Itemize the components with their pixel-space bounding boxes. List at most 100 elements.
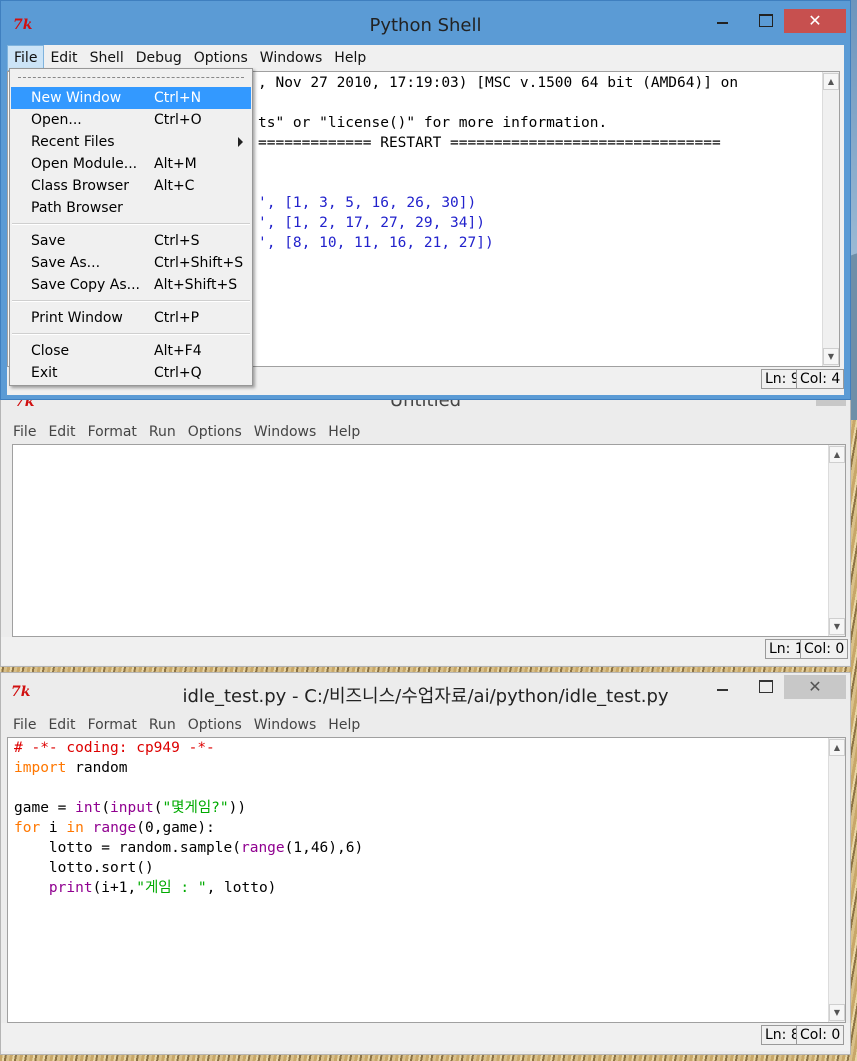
vertical-scrollbar[interactable]: ▲ ▼: [822, 72, 839, 366]
vertical-scrollbar[interactable]: ▲ ▼: [828, 738, 845, 1022]
shell-output-line: ', [8, 10, 11, 16, 21, 27]): [258, 235, 494, 251]
shell-output-line: ', [1, 3, 5, 16, 26, 30]): [258, 195, 477, 211]
scroll-up-icon[interactable]: ▲: [823, 73, 839, 90]
menu-item-accelerator: Alt+Shift+S: [154, 277, 238, 293]
column-indicator: Col: 0: [796, 1025, 845, 1045]
menu-item-label: Class Browser: [31, 178, 130, 194]
code-text: i: [40, 820, 67, 836]
menu-item-save[interactable]: Save Ctrl+S: [11, 230, 251, 252]
shell-output-line: ', [1, 2, 17, 27, 29, 34]): [258, 215, 485, 231]
vertical-scrollbar[interactable]: ▲ ▼: [828, 445, 845, 636]
menu-item-accelerator: Alt+F4: [154, 343, 202, 359]
scroll-down-icon[interactable]: ▼: [829, 618, 845, 635]
menu-item-save-copy-as[interactable]: Save Copy As... Alt+Shift+S: [11, 274, 251, 296]
menu-item-path-browser[interactable]: Path Browser: [11, 197, 251, 219]
menu-windows[interactable]: Windows: [248, 713, 323, 737]
untitled-statusbar: Ln: 1 Col: 0: [1, 637, 850, 665]
menu-format[interactable]: Format: [82, 420, 143, 444]
scroll-up-icon[interactable]: ▲: [829, 446, 845, 463]
code-text: , lotto): [206, 880, 277, 896]
string-literal: "몇게임?": [162, 800, 229, 816]
code-text: random: [66, 760, 128, 776]
menu-item-print-window[interactable]: Print Window Ctrl+P: [11, 307, 251, 329]
menu-separator: [12, 300, 250, 302]
builtin-range: range: [92, 820, 137, 836]
menu-item-accelerator: Ctrl+O: [154, 112, 202, 128]
close-icon[interactable]: ✕: [784, 9, 846, 33]
menu-windows[interactable]: Windows: [248, 420, 323, 444]
builtin-print: print: [48, 880, 93, 896]
submenu-arrow-icon: [238, 137, 243, 147]
menu-item-recent-files[interactable]: Recent Files: [11, 131, 251, 153]
keyword-in: in: [66, 820, 84, 836]
menu-edit[interactable]: Edit: [42, 713, 81, 737]
shell-output-line: ts" or "license()" for more information.: [258, 115, 608, 131]
menu-item-label: Save As...: [31, 255, 101, 271]
menu-item-accelerator: Ctrl+P: [154, 310, 200, 326]
untitled-window: 7k Untitled File Edit Format Run Options…: [0, 385, 851, 667]
menu-item-label: Close: [31, 343, 70, 359]
menu-help[interactable]: Help: [322, 713, 366, 737]
shell-titlebar[interactable]: 7k Python Shell ✕: [1, 1, 850, 41]
menu-item-new-window[interactable]: New Window Ctrl+N: [11, 87, 251, 109]
menu-item-accelerator: Ctrl+Shift+S: [154, 255, 244, 271]
menu-options[interactable]: Options: [182, 420, 248, 444]
menu-item-save-as[interactable]: Save As... Ctrl+Shift+S: [11, 252, 251, 274]
editor-statusbar: Ln: 8 Col: 0: [1, 1023, 850, 1051]
editor-text-area[interactable]: # -*- coding: cp949 -*- import random ga…: [7, 737, 846, 1023]
string-literal: "게임 : ": [136, 880, 207, 896]
menu-item-open-module[interactable]: Open Module... Alt+M: [11, 153, 251, 175]
minimize-icon[interactable]: [708, 677, 738, 697]
scroll-down-icon[interactable]: ▼: [823, 348, 839, 365]
editor-window: 7k idle_test.py - C:/비즈니스/수업자료/ai/python…: [0, 672, 851, 1055]
menu-item-label: Recent Files: [31, 134, 115, 150]
menu-item-label: Exit: [31, 365, 58, 381]
untitled-text-area[interactable]: ▲ ▼: [12, 444, 846, 637]
scroll-down-icon[interactable]: ▼: [829, 1004, 845, 1021]
menu-options[interactable]: Options: [182, 713, 248, 737]
code-line-comment: # -*- coding: cp949 -*-: [14, 740, 215, 756]
code-text: (0,game):: [136, 820, 215, 836]
menu-windows[interactable]: Windows: [254, 45, 329, 71]
menu-item-label: Print Window: [31, 310, 123, 326]
column-indicator: Col: 0: [800, 639, 849, 659]
code-text: game =: [14, 800, 76, 816]
maximize-icon[interactable]: [751, 677, 781, 697]
maximize-icon[interactable]: [751, 9, 781, 29]
builtin-range: range: [240, 840, 285, 856]
menu-item-accelerator: Ctrl+Q: [154, 365, 202, 381]
code-text: )): [228, 800, 247, 816]
menu-item-label: Save Copy As...: [31, 277, 140, 293]
menu-edit[interactable]: Edit: [42, 420, 81, 444]
menu-file[interactable]: File: [7, 420, 42, 444]
menu-item-class-browser[interactable]: Class Browser Alt+C: [11, 175, 251, 197]
menu-item-label: Open Module...: [31, 156, 138, 172]
menu-item-close[interactable]: Close Alt+F4: [11, 340, 251, 362]
menu-item-label: Path Browser: [31, 200, 123, 216]
menu-run[interactable]: Run: [143, 420, 182, 444]
menu-item-open[interactable]: Open... Ctrl+O: [11, 109, 251, 131]
file-menu-dropdown: New Window Ctrl+N Open... Ctrl+O Recent …: [9, 68, 253, 386]
keyword-for: for: [14, 820, 41, 836]
menu-item-accelerator: Alt+M: [154, 156, 197, 172]
menu-file[interactable]: File: [7, 713, 42, 737]
menu-format[interactable]: Format: [82, 713, 143, 737]
code-text: (1,46),6): [284, 840, 364, 856]
minimize-icon[interactable]: [708, 9, 738, 29]
close-icon[interactable]: ✕: [784, 675, 846, 699]
code-text: lotto = random.sample(: [14, 840, 241, 856]
menu-item-exit[interactable]: Exit Ctrl+Q: [11, 362, 251, 384]
code-text: (: [101, 800, 111, 816]
editor-titlebar[interactable]: 7k idle_test.py - C:/비즈니스/수업자료/ai/python…: [1, 673, 850, 709]
code-content: # -*- coding: cp949 -*- import random ga…: [14, 738, 363, 898]
keyword-import: import: [14, 760, 67, 776]
menu-help[interactable]: Help: [322, 420, 366, 444]
menu-item-accelerator: Alt+C: [154, 178, 195, 194]
menu-run[interactable]: Run: [143, 713, 182, 737]
menu-item-accelerator: Ctrl+N: [154, 90, 202, 106]
menu-help[interactable]: Help: [328, 45, 372, 71]
scroll-up-icon[interactable]: ▲: [829, 739, 845, 756]
tear-off-line[interactable]: [18, 77, 244, 78]
menu-separator: [12, 223, 250, 225]
